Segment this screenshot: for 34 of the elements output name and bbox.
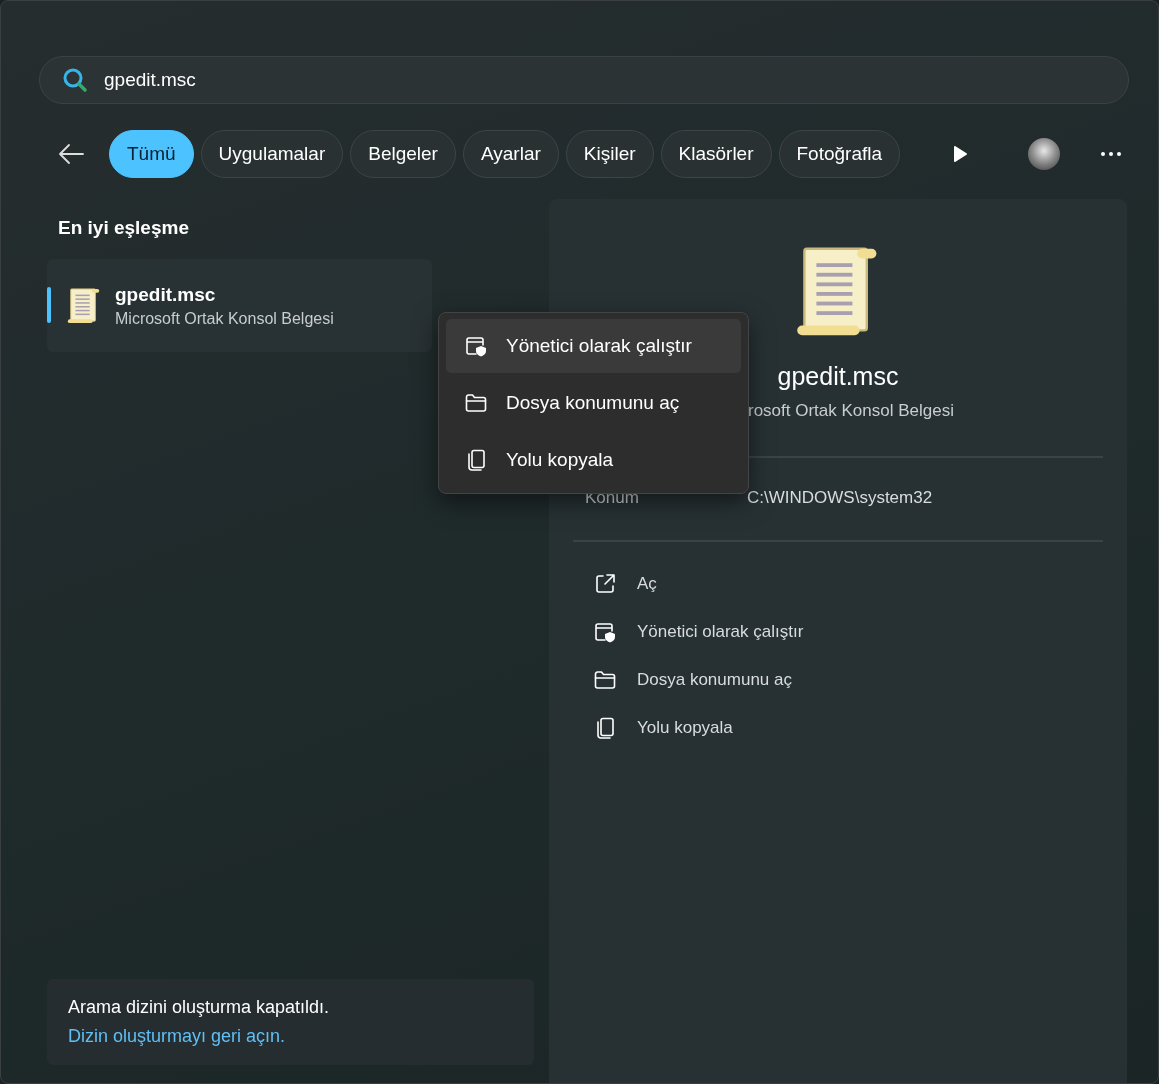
filter-tab[interactable]: Klasörler: [660, 129, 772, 178]
play-icon[interactable]: [952, 144, 968, 163]
search-icon: [62, 67, 88, 93]
filter-tab[interactable]: Fotoğrafla: [778, 129, 901, 178]
result-type: Microsoft Ortak Konsol Belgesi: [115, 309, 334, 328]
reenable-link[interactable]: Dizin oluşturmayı geri açın.: [68, 1026, 513, 1047]
filter-tab[interactable]: Belgeler: [350, 129, 456, 178]
action-button[interactable]: Yönetici olarak çalıştır: [573, 610, 1103, 654]
section-heading: En iyi eşleşme: [58, 217, 190, 239]
filter-tab[interactable]: Tümü: [109, 129, 194, 178]
menu-item[interactable]: Yolu kopyala: [446, 433, 741, 487]
action-button[interactable]: Dosya konumunu aç: [573, 658, 1103, 702]
result-name: gpedit.msc: [115, 283, 217, 306]
back-button[interactable]: [57, 141, 85, 166]
folder-icon: [464, 391, 488, 415]
file-name: gpedit.msc: [777, 362, 899, 391]
window-shield-icon: [593, 620, 617, 644]
filter-tab[interactable]: Ayarlar: [462, 129, 559, 178]
window-shield-icon: [464, 334, 488, 358]
search-result[interactable]: gpedit.msc Microsoft Ortak Konsol Belgesi: [47, 259, 432, 352]
search-field[interactable]: gpedit.msc: [39, 56, 1129, 104]
action-button[interactable]: Yolu kopyala: [573, 706, 1103, 750]
file-type: rosoft Ortak Konsol Belgesi: [748, 401, 955, 421]
avatar[interactable]: [1028, 137, 1060, 170]
location-value: C:\WINDOWS\system32: [747, 488, 933, 508]
external-link-icon: [593, 572, 617, 596]
filter-tab[interactable]: Kişiler: [565, 129, 654, 178]
notice-text: Arama dizini oluşturma kapatıldı.: [68, 997, 331, 1018]
action-button[interactable]: Aç: [573, 562, 1103, 606]
folder-icon: [593, 668, 617, 692]
menu-item[interactable]: Yönetici olarak çalıştır: [446, 319, 741, 373]
menu-item[interactable]: Dosya konumunu aç: [446, 376, 741, 430]
more-icon[interactable]: [1100, 150, 1122, 157]
filter-tab[interactable]: Uygulamalar: [200, 129, 344, 178]
